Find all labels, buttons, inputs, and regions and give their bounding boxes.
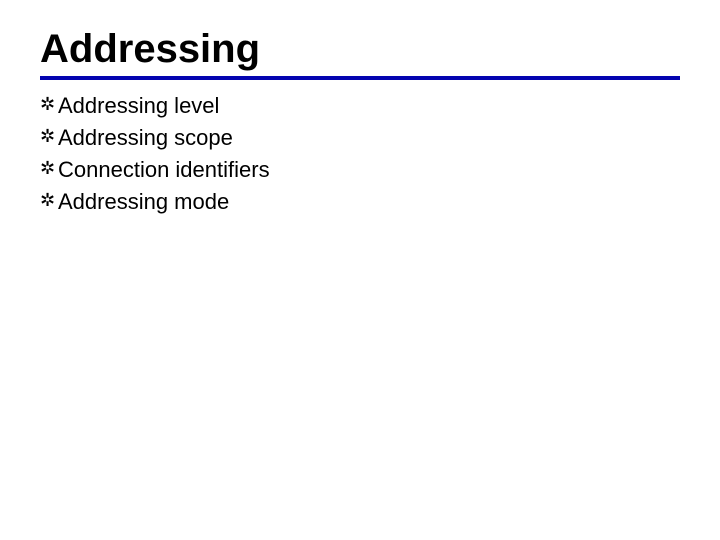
list-item-text: Addressing scope	[58, 122, 233, 154]
bullet-icon: ✲	[40, 122, 58, 151]
bullet-icon: ✲	[40, 186, 58, 215]
slide: Addressing ✲ Addressing level ✲ Addressi…	[0, 0, 720, 540]
list-item-text: Addressing level	[58, 90, 219, 122]
bullet-list: ✲ Addressing level ✲ Addressing scope ✲ …	[40, 90, 680, 218]
title-divider	[40, 76, 680, 80]
bullet-icon: ✲	[40, 154, 58, 183]
bullet-icon: ✲	[40, 90, 58, 119]
list-item-text: Connection identifiers	[58, 154, 270, 186]
list-item: ✲ Addressing scope	[40, 122, 680, 154]
list-item: ✲ Connection identifiers	[40, 154, 680, 186]
slide-title: Addressing	[40, 28, 680, 72]
list-item-text: Addressing mode	[58, 186, 229, 218]
list-item: ✲ Addressing mode	[40, 186, 680, 218]
list-item: ✲ Addressing level	[40, 90, 680, 122]
